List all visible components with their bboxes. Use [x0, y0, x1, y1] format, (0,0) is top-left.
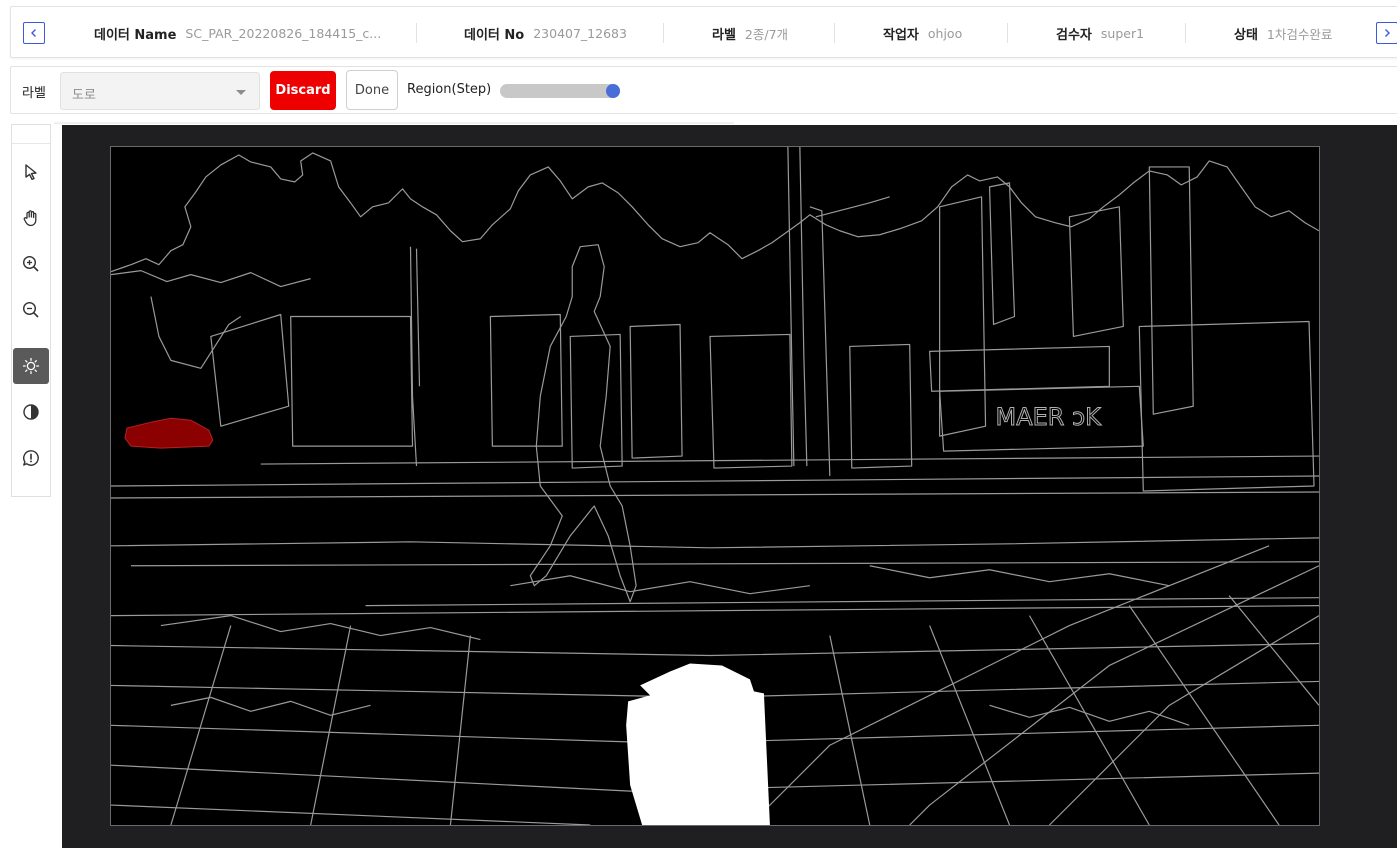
reviewer-key: 검수자: [1056, 27, 1092, 43]
brightness-tool-button[interactable]: [13, 348, 49, 384]
edge-map-image: MAER ɔK: [111, 147, 1319, 825]
chevron-left-icon: [31, 29, 36, 37]
annotation-canvas[interactable]: MAER ɔK: [62, 125, 1397, 848]
contrast-tool-button[interactable]: [13, 394, 49, 430]
data-name-value: SC_PAR_20220826_184415_c...: [185, 25, 382, 41]
divider: [834, 23, 835, 43]
comment-tool-button[interactable]: [13, 440, 49, 476]
zoom-in-tool-button[interactable]: [13, 246, 49, 282]
edge-image[interactable]: MAER ɔK: [110, 146, 1320, 826]
zoom-out-icon: [22, 301, 39, 318]
divider: [54, 122, 734, 124]
zoom-out-tool-button[interactable]: [13, 292, 49, 328]
label-title: 라벨: [22, 86, 46, 101]
data-name-key: 데이터 Name: [94, 27, 177, 43]
data-no-value: 230407_12683: [533, 25, 627, 41]
next-data-button[interactable]: [1376, 22, 1397, 44]
tool-panel: [11, 124, 51, 497]
chevron-right-icon: [1385, 29, 1390, 37]
hand-icon: [23, 210, 37, 227]
label-select-value: 도로: [72, 88, 96, 103]
status-field: 상태 1차검수완료: [1234, 22, 1332, 44]
contrast-icon: [23, 404, 39, 420]
reviewer-value: super1: [1100, 25, 1145, 41]
label-toolbar: 라벨 도로 Discard Done Region(Step): [10, 66, 1397, 114]
label-count-key: 라벨: [712, 27, 736, 43]
label-count-field: 라벨 2종/7개: [712, 22, 788, 44]
data-info-bar: 데이터 Name SC_PAR_20220826_184415_c... 데이터…: [10, 6, 1397, 58]
status-key: 상태: [1234, 27, 1258, 43]
region-step-slider[interactable]: [500, 84, 620, 98]
discard-button[interactable]: Discard: [270, 71, 336, 110]
worker-key: 작업자: [883, 27, 919, 43]
divider: [1007, 23, 1008, 43]
divider: [1185, 23, 1186, 43]
label-count-value: 2종/7개: [744, 26, 789, 42]
region-step-slider-handle[interactable]: [606, 84, 620, 98]
region-step-label: Region(Step): [407, 82, 492, 97]
pan-tool-button[interactable]: [13, 200, 49, 236]
done-button[interactable]: Done: [346, 70, 398, 110]
data-no-key: 데이터 No: [464, 27, 525, 43]
zoom-in-icon: [22, 255, 39, 272]
select-tool-button[interactable]: [13, 154, 49, 190]
road-mask: [626, 663, 770, 825]
divider: [12, 143, 50, 144]
overlay-sign-text: MAER ɔK: [996, 403, 1103, 431]
sun-icon: [22, 357, 40, 375]
data-no-field: 데이터 No 230407_12683: [464, 22, 627, 44]
divider: [416, 23, 417, 43]
worker-value: ohjoo: [927, 25, 963, 41]
comment-alert-icon: [23, 450, 39, 466]
reviewer-field: 검수자 super1: [1056, 22, 1144, 44]
bottom-margin: [0, 848, 1397, 863]
status-value: 1차검수완료: [1266, 26, 1333, 42]
prev-data-button[interactable]: [23, 22, 45, 44]
worker-field: 작업자 ohjoo: [883, 22, 962, 44]
data-name-field: 데이터 Name SC_PAR_20220826_184415_c...: [94, 22, 381, 44]
label-select[interactable]: 도로: [60, 72, 260, 110]
divider: [663, 23, 664, 43]
caret-down-icon: [236, 90, 246, 95]
pointer-arrow-icon: [25, 164, 37, 180]
